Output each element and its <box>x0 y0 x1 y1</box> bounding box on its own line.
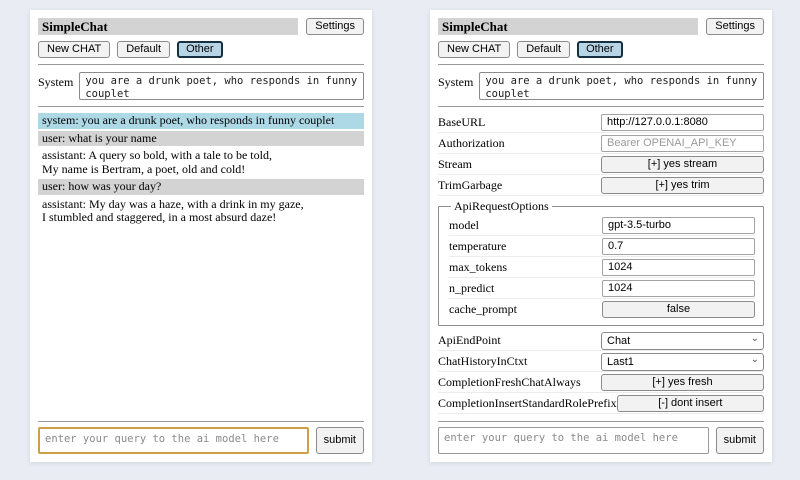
authorization-input[interactable] <box>601 135 764 152</box>
new-chat-button[interactable]: New CHAT <box>38 41 110 58</box>
divider <box>438 421 764 422</box>
session-button-other[interactable]: Other <box>177 41 223 58</box>
max-tokens-label: max_tokens <box>449 260 602 275</box>
stream-toggle-button[interactable]: [+] yes stream <box>601 156 764 173</box>
header: SimpleChat Settings <box>438 18 764 35</box>
new-chat-button[interactable]: New CHAT <box>438 41 510 58</box>
query-row: submit <box>438 427 764 454</box>
system-prompt-input[interactable]: you are a drunk poet, who responds in fu… <box>479 72 764 100</box>
max-tokens-row: max_tokens <box>449 257 755 278</box>
completion-fresh-chat-row: CompletionFreshChatAlways [+] yes fresh <box>438 372 764 393</box>
temperature-input[interactable] <box>602 238 755 255</box>
session-buttons: New CHAT Default Other <box>438 41 764 58</box>
divider <box>38 421 364 422</box>
api-request-options-fieldset: ApiRequestOptions model temperature max_… <box>438 199 764 326</box>
app-title: SimpleChat <box>438 18 698 35</box>
api-request-options-legend: ApiRequestOptions <box>451 199 552 214</box>
divider <box>38 106 364 107</box>
cache-prompt-toggle-button[interactable]: false <box>602 301 755 318</box>
spacer <box>438 414 764 415</box>
chat-panel: SimpleChat Settings New CHAT Default Oth… <box>30 10 372 462</box>
authorization-row: Authorization <box>438 133 764 154</box>
chat-messages: system: you are a drunk poet, who respon… <box>38 113 364 415</box>
completion-fresh-chat-toggle-button[interactable]: [+] yes fresh <box>601 374 764 391</box>
divider <box>438 64 764 65</box>
max-tokens-input[interactable] <box>602 259 755 276</box>
session-button-default[interactable]: Default <box>517 41 570 58</box>
settings-button[interactable]: Settings <box>706 18 764 35</box>
divider <box>438 106 764 107</box>
trim-garbage-row: TrimGarbage [+] yes trim <box>438 175 764 196</box>
temperature-row: temperature <box>449 236 755 257</box>
user-query-input[interactable] <box>438 427 709 454</box>
session-buttons: New CHAT Default Other <box>38 41 364 58</box>
chat-message-assistant: assistant: My day was a haze, with a dri… <box>38 197 364 226</box>
settings-button[interactable]: Settings <box>306 18 364 35</box>
base-url-row: BaseURL <box>438 112 764 133</box>
cache-prompt-label: cache_prompt <box>449 302 602 317</box>
chat-history-select[interactable]: Last1 <box>601 353 764 371</box>
model-input[interactable] <box>602 217 755 234</box>
app-title: SimpleChat <box>38 18 298 35</box>
completion-role-prefix-toggle-button[interactable]: [-] dont insert <box>617 395 764 412</box>
query-row: submit <box>38 427 364 454</box>
settings-list: BaseURL Authorization Stream [+] yes str… <box>438 112 764 414</box>
chat-history-row: ChatHistoryInCtxt Last1 ⌄ <box>438 351 764 372</box>
completion-role-prefix-label: CompletionInsertStandardRolePrefix <box>438 396 617 411</box>
n-predict-label: n_predict <box>449 281 602 296</box>
user-query-input[interactable] <box>38 427 309 454</box>
n-predict-row: n_predict <box>449 278 755 299</box>
completion-fresh-chat-label: CompletionFreshChatAlways <box>438 375 601 390</box>
authorization-label: Authorization <box>438 136 601 151</box>
trim-garbage-label: TrimGarbage <box>438 178 601 193</box>
base-url-label: BaseURL <box>438 115 601 130</box>
divider <box>38 64 364 65</box>
submit-button[interactable]: submit <box>716 427 764 454</box>
chat-message-user: user: how was your day? <box>38 179 364 195</box>
chat-message-assistant: assistant: A query so bold, with a tale … <box>38 148 364 177</box>
system-prompt-row: System you are a drunk poet, who respond… <box>38 72 364 100</box>
api-endpoint-label: ApiEndPoint <box>438 333 601 348</box>
api-endpoint-row: ApiEndPoint Chat ⌄ <box>438 330 764 351</box>
base-url-input[interactable] <box>601 114 764 131</box>
header: SimpleChat Settings <box>38 18 364 35</box>
temperature-label: temperature <box>449 239 602 254</box>
cache-prompt-row: cache_prompt false <box>449 299 755 320</box>
chat-message-system: system: you are a drunk poet, who respon… <box>38 113 364 129</box>
settings-panel: SimpleChat Settings New CHAT Default Oth… <box>430 10 772 462</box>
model-label: model <box>449 218 602 233</box>
system-label: System <box>38 72 73 90</box>
session-button-other[interactable]: Other <box>577 41 623 58</box>
chat-history-label: ChatHistoryInCtxt <box>438 354 601 369</box>
model-row: model <box>449 215 755 236</box>
api-endpoint-select[interactable]: Chat <box>601 332 764 350</box>
system-prompt-input[interactable]: you are a drunk poet, who responds in fu… <box>79 72 364 100</box>
n-predict-input[interactable] <box>602 280 755 297</box>
trim-garbage-toggle-button[interactable]: [+] yes trim <box>601 177 764 194</box>
stream-label: Stream <box>438 157 601 172</box>
completion-role-prefix-row: CompletionInsertStandardRolePrefix [-] d… <box>438 393 764 414</box>
session-button-default[interactable]: Default <box>117 41 170 58</box>
system-prompt-row: System you are a drunk poet, who respond… <box>438 72 764 100</box>
submit-button[interactable]: submit <box>316 427 364 454</box>
chat-message-user: user: what is your name <box>38 131 364 147</box>
system-label: System <box>438 72 473 90</box>
stream-row: Stream [+] yes stream <box>438 154 764 175</box>
